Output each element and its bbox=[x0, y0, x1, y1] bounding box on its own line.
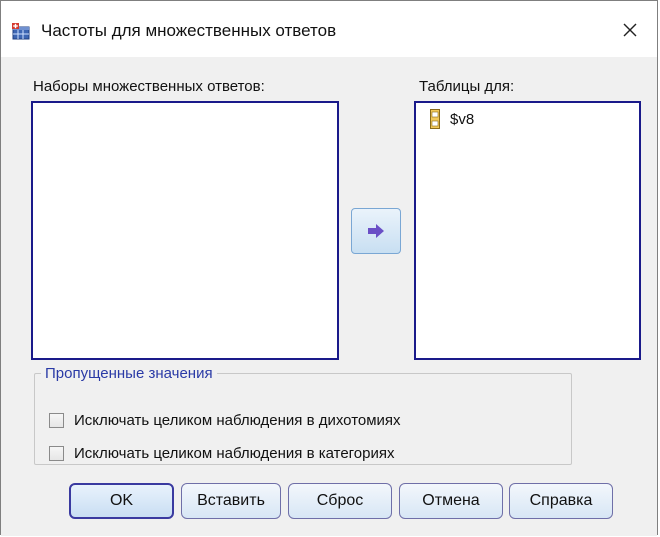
ok-button[interactable]: OK bbox=[69, 483, 174, 519]
close-button[interactable] bbox=[615, 15, 645, 45]
exclude-categories-option[interactable]: Исключать целиком наблюдения в категория… bbox=[49, 445, 395, 462]
multiple-response-sets-list[interactable] bbox=[31, 101, 339, 360]
missing-values-legend: Пропущенные значения bbox=[45, 365, 213, 382]
help-button[interactable]: Справка bbox=[509, 483, 613, 519]
exclude-dichotomies-label: Исключать целиком наблюдения в дихотомия… bbox=[74, 412, 401, 429]
exclude-categories-checkbox[interactable] bbox=[49, 446, 64, 461]
cancel-button[interactable]: Отмена bbox=[399, 483, 503, 519]
arrow-right-icon bbox=[368, 224, 384, 238]
dialog-content: Наборы множественных ответов: Таблицы дл… bbox=[1, 57, 657, 536]
exclude-categories-label: Исключать целиком наблюдения в категория… bbox=[74, 445, 395, 462]
list-item[interactable]: $v8 bbox=[430, 109, 474, 129]
title-bar: Частоты для множественных ответов bbox=[1, 1, 657, 57]
exclude-dichotomies-checkbox[interactable] bbox=[49, 413, 64, 428]
list-item-label: $v8 bbox=[450, 110, 475, 128]
tables-list-label: Таблицы для: bbox=[419, 78, 515, 95]
exclude-dichotomies-option[interactable]: Исключать целиком наблюдения в дихотомия… bbox=[49, 412, 401, 429]
tables-for-list[interactable]: $v8 bbox=[414, 101, 641, 360]
spss-table-icon bbox=[11, 21, 31, 41]
close-icon bbox=[623, 23, 637, 37]
sets-list-label: Наборы множественных ответов: bbox=[33, 78, 265, 95]
paste-button[interactable]: Вставить bbox=[181, 483, 281, 519]
reset-button[interactable]: Сброс bbox=[288, 483, 392, 519]
window-title: Частоты для множественных ответов bbox=[41, 21, 337, 40]
variable-ruler-icon bbox=[430, 109, 440, 129]
missing-values-group: Пропущенные значения Исключать целиком н… bbox=[34, 365, 572, 465]
move-to-tables-button[interactable] bbox=[351, 208, 401, 254]
dialog-window: Частоты для множественных ответов Наборы… bbox=[0, 0, 658, 536]
